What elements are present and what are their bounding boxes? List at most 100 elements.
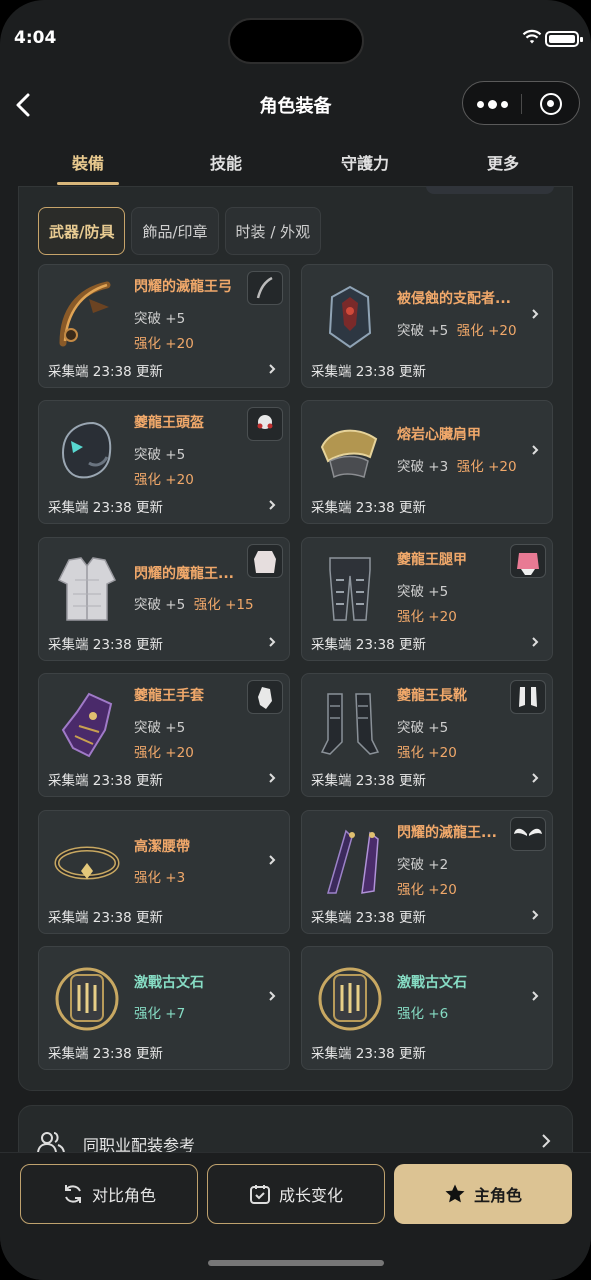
tab-more[interactable]: 更多 — [472, 150, 534, 174]
chest-thumb-icon — [247, 544, 283, 578]
chest-armor-icon — [57, 557, 117, 621]
item-name: 閃耀的滅龍王弓 — [134, 279, 232, 295]
chevron-right-icon — [532, 637, 539, 647]
more-icon[interactable] — [477, 100, 508, 109]
equipment-card[interactable]: 夔龍王長靴 突破 +5 强化 +20 采集端 23:38 更新 — [301, 673, 553, 797]
item-name: 夔龍王腿甲 — [397, 552, 467, 568]
update-time: 采集端 23:38 更新 — [311, 1046, 426, 1062]
equipment-card[interactable]: 閃耀的滅龍王弓 突破 +5 强化 +20 采集端 23:38 更新 — [38, 264, 290, 388]
item-name: 高潔腰帶 — [134, 839, 190, 855]
star-icon — [445, 1184, 465, 1203]
status-bar: 4:04 — [0, 0, 591, 70]
active-tab-indicator — [57, 182, 119, 185]
leg-armor-icon — [329, 557, 371, 621]
update-time: 采集端 23:38 更新 — [48, 773, 163, 789]
chevron-right-icon — [532, 991, 539, 1001]
equipment-card[interactable]: 激戰古文石 强化 +6 采集端 23:38 更新 — [301, 946, 553, 1070]
battery-icon — [545, 31, 583, 47]
equipment-card[interactable]: 激戰古文石 强化 +7 采集端 23:38 更新 — [38, 946, 290, 1070]
chevron-right-icon — [542, 1134, 551, 1148]
item-breakthrough: 突破 +5 — [397, 584, 449, 600]
chevron-right-icon — [532, 910, 539, 920]
item-enhance: 强化 +6 — [397, 1006, 449, 1022]
growth-change-button[interactable]: 成长变化 — [207, 1164, 385, 1224]
shoulder-armor-icon — [320, 429, 378, 479]
refresh-icon — [64, 1185, 81, 1203]
update-time: 采集端 23:38 更新 — [48, 1046, 163, 1062]
helmet-icon — [61, 421, 112, 479]
equipment-card[interactable]: 被侵蝕的支配者... 突破 +5 强化 +20 采集端 23:38 更新 — [301, 264, 553, 388]
compare-label: 对比角色 — [91, 1186, 156, 1205]
dynamic-island — [228, 18, 364, 64]
update-time: 采集端 23:38 更新 — [48, 637, 163, 653]
item-enhance: 强化 +15 — [193, 597, 254, 613]
item-name: 熔岩心臟肩甲 — [397, 427, 481, 443]
update-time: 采集端 23:38 更新 — [311, 500, 426, 516]
chevron-right-icon — [532, 773, 539, 783]
item-enhance: 强化 +20 — [397, 609, 457, 625]
item-name: 被侵蝕的支配者... — [397, 291, 511, 307]
item-name: 閃耀的魔龍王... — [134, 566, 234, 582]
main-tabs: 裝備 技能 守護力 更多 — [0, 140, 591, 186]
equipment-card[interactable]: 閃耀的滅龍王... 突破 +2 强化 +20 采集端 23:38 更新 — [301, 810, 553, 934]
equipment-card[interactable]: 夔龍王腿甲 突破 +5 强化 +20 采集端 23:38 更新 — [301, 537, 553, 661]
item-enhance: 强化 +20 — [456, 459, 517, 475]
item-name: 激戰古文石 — [397, 975, 467, 991]
equipment-card[interactable]: 夔龍王手套 突破 +5 强化 +20 采集端 23:38 更新 — [38, 673, 290, 797]
update-time: 采集端 23:38 更新 — [311, 773, 426, 789]
belt-icon — [54, 846, 120, 880]
status-time: 4:04 — [14, 28, 57, 48]
calendar-check-icon — [249, 1185, 270, 1204]
update-time: 采集端 23:38 更新 — [48, 364, 163, 380]
item-name: 夔龍王手套 — [134, 688, 204, 704]
bow-thumb-icon — [247, 271, 283, 305]
main-character-button[interactable]: 主角色 — [394, 1164, 572, 1224]
item-enhance: 强化 +20 — [134, 336, 194, 352]
subtab-weapon-armor[interactable]: 武器/防具 — [38, 207, 126, 255]
close-target-icon[interactable] — [540, 93, 562, 115]
rune-stone-icon — [318, 967, 382, 1031]
item-breakthrough: 突破 +5 — [397, 720, 449, 736]
tab-skills[interactable]: 技能 — [195, 150, 257, 174]
update-time: 采集端 23:38 更新 — [311, 910, 426, 926]
equipment-card[interactable]: 閃耀的魔龍王... 突破 +5 强化 +15 采集端 23:38 更新 — [38, 537, 290, 661]
compare-character-button[interactable]: 对比角色 — [20, 1164, 198, 1224]
equipment-subtabs: 武器/防具 飾品/印章 时装 / 外观 — [38, 207, 322, 255]
item-breakthrough: 突破 +5 — [134, 447, 186, 463]
chevron-right-icon — [269, 500, 276, 510]
bow-icon — [59, 281, 111, 347]
chevron-right-icon — [532, 445, 539, 455]
subtab-costume[interactable]: 时装 / 外观 — [224, 207, 322, 255]
item-breakthrough: 突破 +2 — [397, 857, 449, 873]
armor-icon — [328, 285, 372, 349]
chevron-right-icon — [269, 637, 276, 647]
equipment-card[interactable]: 熔岩心臟肩甲 突破 +3 强化 +20 采集端 23:38 更新 — [301, 400, 553, 524]
subtab-accessory-seal[interactable]: 飾品/印章 — [131, 207, 219, 255]
equipment-card[interactable]: 夔龍王頭盔 突破 +5 强化 +20 采集端 23:38 更新 — [38, 400, 290, 524]
item-breakthrough: 突破 +5 — [134, 597, 186, 613]
main-label: 主角色 — [473, 1186, 522, 1205]
item-breakthrough: 突破 +5 — [397, 323, 449, 339]
tab-guardian[interactable]: 守護力 — [330, 150, 400, 174]
item-name: 激戰古文石 — [134, 975, 204, 991]
update-time: 采集端 23:38 更新 — [48, 910, 163, 926]
tab-equipment[interactable]: 裝備 — [57, 150, 119, 174]
item-enhance: 强化 +3 — [134, 870, 186, 886]
item-enhance: 强化 +7 — [134, 1006, 186, 1022]
item-enhance: 强化 +20 — [456, 323, 517, 339]
equipment-card[interactable]: 高潔腰帶 强化 +3 采集端 23:38 更新 — [38, 810, 290, 934]
chevron-right-icon — [269, 773, 276, 783]
helmet-thumb-icon — [247, 407, 283, 441]
wifi-icon — [522, 29, 542, 44]
item-name: 夔龍王頭盔 — [134, 415, 204, 431]
leg-thumb-icon — [510, 544, 546, 578]
item-enhance: 强化 +20 — [134, 745, 194, 761]
update-time: 采集端 23:38 更新 — [311, 637, 426, 653]
home-indicator[interactable] — [208, 1260, 384, 1266]
chevron-right-icon — [532, 309, 539, 319]
item-enhance: 强化 +20 — [134, 472, 194, 488]
boots-thumb-icon — [510, 680, 546, 714]
item-breakthrough: 突破 +5 — [134, 311, 186, 327]
gloves-icon — [61, 692, 113, 758]
miniprogram-capsule — [462, 81, 580, 125]
